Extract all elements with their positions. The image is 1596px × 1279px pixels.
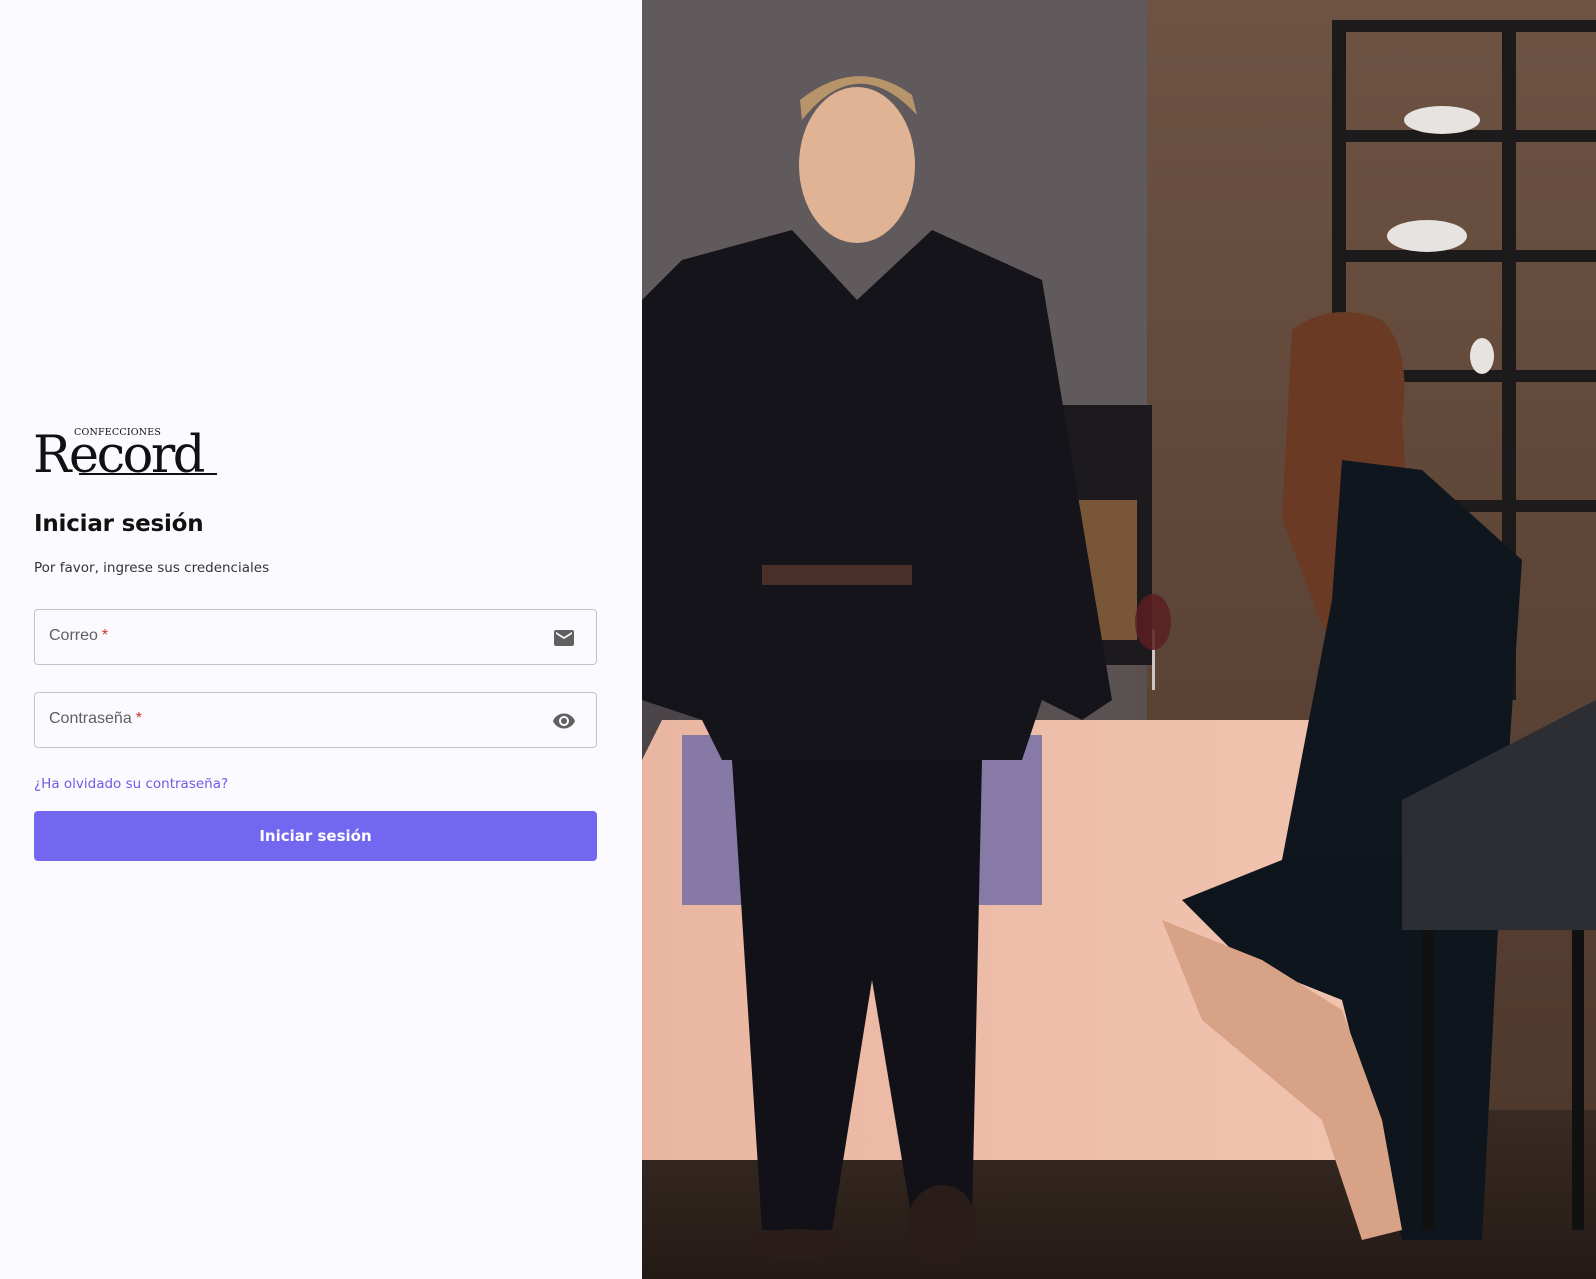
hero-image <box>642 0 1596 1279</box>
brand-logo: CONFECCIONES Record <box>33 425 217 481</box>
login-panel: CONFECCIONES Record Iniciar sesión Por f… <box>0 0 642 1279</box>
password-field-label: Contraseña * <box>49 710 142 727</box>
email-icon <box>552 626 576 650</box>
hero-photo <box>642 0 1596 1279</box>
login-button[interactable]: Iniciar sesión <box>34 811 597 861</box>
forgot-password-link[interactable]: ¿Ha olvidado su contraseña? <box>34 776 228 792</box>
eye-icon[interactable] <box>552 709 576 733</box>
email-field[interactable]: Correo * <box>34 609 597 665</box>
required-marker: * <box>135 710 142 727</box>
email-field-label: Correo * <box>49 627 109 644</box>
page-subtitle: Por favor, ingrese sus credenciales <box>34 560 270 576</box>
required-marker: * <box>101 627 109 644</box>
logo-underline <box>79 473 217 475</box>
password-field[interactable]: Contraseña * <box>34 692 597 748</box>
page-title: Iniciar sesión <box>34 511 204 537</box>
